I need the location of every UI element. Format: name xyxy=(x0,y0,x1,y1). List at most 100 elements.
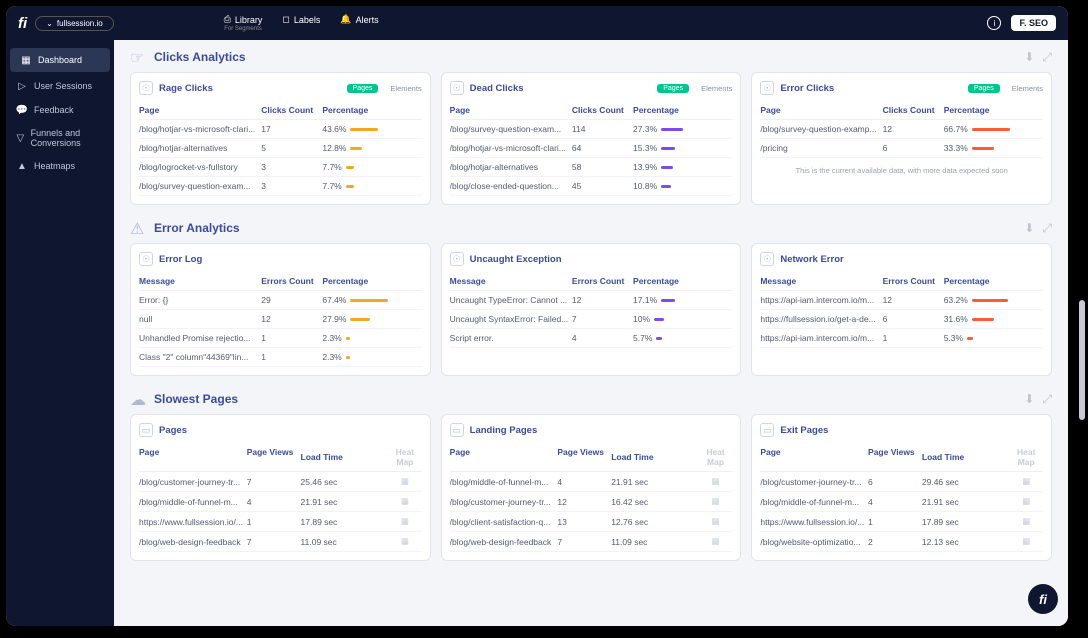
user-button[interactable]: F. SEO xyxy=(1011,15,1056,31)
table-row[interactable]: Unhandled Promise rejectio...12.3% xyxy=(139,329,422,348)
card-icon: ▭ xyxy=(139,423,153,437)
table-row[interactable]: Error: {}2967.4% xyxy=(139,291,422,310)
heatmap-icon[interactable]: ▦ xyxy=(388,476,422,487)
table-row[interactable]: https://api-iam.intercom.io/m...15.3% xyxy=(760,329,1043,348)
heatmap-icon[interactable]: ▦ xyxy=(1009,496,1043,507)
heatmap-icon[interactable]: ▦ xyxy=(699,476,733,487)
sidebar-item-heatmaps[interactable]: ▲Heatmaps xyxy=(6,154,114,178)
download-icon[interactable]: ⬇ xyxy=(1024,392,1034,407)
sidebar: ▦ Dashboard ▷User Sessions 💬Feedback ▽Fun… xyxy=(6,40,114,626)
tab-pages[interactable]: Pages xyxy=(657,84,689,93)
table-row[interactable]: /blog/client-satisfaction-q...1312.76 se… xyxy=(450,512,733,532)
play-icon: ▷ xyxy=(16,80,28,92)
sidebar-item-funnels[interactable]: ▽Funnels and Conversions xyxy=(6,122,114,154)
card-icon: ☉ xyxy=(760,81,774,95)
card: ▭Exit Pages PagePage ViewsLoad TimeHeat … xyxy=(751,414,1052,561)
card-title: Landing Pages xyxy=(470,425,538,436)
top-nav: ⎙ Library For Segments ◻Labels 🔔Alerts xyxy=(224,14,379,32)
table-row[interactable]: https://www.fullsession.io/...117.89 sec… xyxy=(760,512,1043,532)
card-title: Error Log xyxy=(159,254,202,265)
table-row[interactable]: https://www.fullsession.io/...117.89 sec… xyxy=(139,512,422,532)
heatmap-icon[interactable]: ▦ xyxy=(699,516,733,527)
card: ☉Uncaught Exception MessageErrors CountP… xyxy=(441,243,742,376)
table-row[interactable]: Script error.45.7% xyxy=(450,329,733,348)
content: ☞ Clicks Analytics ⬇⤢ ☉Rage ClicksPagesE… xyxy=(114,40,1068,626)
sidebar-item-feedback[interactable]: 💬Feedback xyxy=(6,98,114,122)
library-icon: ⎙ xyxy=(224,14,231,25)
table-row[interactable]: /pricing633.3% xyxy=(760,139,1043,158)
heatmap-icon[interactable]: ▦ xyxy=(1009,476,1043,487)
table-row[interactable]: /blog/hotjar-alternatives512.8% xyxy=(139,139,422,158)
table-row[interactable]: https://api-iam.intercom.io/m...1263.2% xyxy=(760,291,1043,310)
table-row[interactable]: /blog/middle-of-funnel-m...421.91 sec▦ xyxy=(760,492,1043,512)
card-title: Error Clicks xyxy=(780,83,834,94)
table-row[interactable]: /blog/middle-of-funnel-m...421.91 sec▦ xyxy=(139,492,422,512)
table-row[interactable]: /blog/website-optimizatio...212.13 sec▦ xyxy=(760,532,1043,552)
label-icon: ◻ xyxy=(282,14,289,25)
card-title: Exit Pages xyxy=(780,425,828,436)
heatmap-icon[interactable]: ▦ xyxy=(388,536,422,547)
download-icon[interactable]: ⬇ xyxy=(1024,50,1034,65)
nav-sublabel: For Segments xyxy=(224,26,262,32)
tab-pages[interactable]: Pages xyxy=(968,84,1000,93)
expand-icon[interactable]: ⤢ xyxy=(1042,392,1052,407)
heatmap-icon[interactable]: ▦ xyxy=(699,496,733,507)
expand-icon[interactable]: ⤢ xyxy=(1042,50,1052,65)
dashboard-icon: ▦ xyxy=(20,54,32,66)
tab-elements[interactable]: Elements xyxy=(390,84,421,93)
table-row[interactable]: /blog/customer-journey-tr...725.46 sec▦ xyxy=(139,472,422,492)
chat-icon: 💬 xyxy=(16,104,28,116)
card-title: Pages xyxy=(159,425,187,436)
table-row[interactable]: /blog/customer-journey-tr...1216.42 sec▦ xyxy=(450,492,733,512)
scrollbar[interactable] xyxy=(1079,300,1085,420)
tab-pages[interactable]: Pages xyxy=(347,84,379,93)
table-row[interactable]: Class "2" column"44369"lin...12.3% xyxy=(139,348,422,367)
heatmap-icon[interactable]: ▦ xyxy=(388,496,422,507)
heatmap-icon[interactable]: ▦ xyxy=(1009,516,1043,527)
table-row[interactable]: /blog/hotjar-alternatives5813.9% xyxy=(450,158,733,177)
table-row[interactable]: /blog/customer-journey-tr...629.46 sec▦ xyxy=(760,472,1043,492)
table-row[interactable]: https://fullsession.io/get-a-de...631.6% xyxy=(760,310,1043,329)
table-row[interactable]: /blog/survey-question-examp...1266.7% xyxy=(760,120,1043,139)
tab-elements[interactable]: Elements xyxy=(701,84,732,93)
card-icon: ▭ xyxy=(760,423,774,437)
fab-button[interactable]: fi xyxy=(1028,584,1058,614)
table-row[interactable]: /blog/survey-question-exam...37.7% xyxy=(139,177,422,196)
download-icon[interactable]: ⬇ xyxy=(1024,221,1034,236)
card-icon: ☉ xyxy=(450,81,464,95)
table-row[interactable]: /blog/middle-of-funnel-m...421.91 sec▦ xyxy=(450,472,733,492)
heatmap-icon[interactable]: ▦ xyxy=(388,516,422,527)
domain-selector[interactable]: ⌄ fullsession.io xyxy=(35,16,114,31)
card-title: Network Error xyxy=(780,254,843,265)
table-row[interactable]: null1227.9% xyxy=(139,310,422,329)
table-row[interactable]: Uncaught SyntaxError: Failed...710% xyxy=(450,310,733,329)
expand-icon[interactable]: ⤢ xyxy=(1042,221,1052,236)
card: ▭Pages PagePage ViewsLoad TimeHeat Map /… xyxy=(130,414,431,561)
sidebar-item-sessions[interactable]: ▷User Sessions xyxy=(6,74,114,98)
topbar: fi ⌄ fullsession.io ⎙Library For Segment… xyxy=(6,6,1068,40)
card-icon: ☉ xyxy=(760,252,774,266)
nav-label: Library xyxy=(235,15,263,25)
info-icon[interactable]: i xyxy=(987,16,1001,30)
nav-alerts[interactable]: 🔔Alerts xyxy=(340,14,378,32)
table-row[interactable]: Uncaught TypeError: Cannot ...1217.1% xyxy=(450,291,733,310)
tab-elements[interactable]: Elements xyxy=(1012,84,1043,93)
table-row[interactable]: /blog/close-ended-question...4510.8% xyxy=(450,177,733,196)
card: ☉Error ClicksPagesElements PageClicks Co… xyxy=(751,72,1052,205)
sidebar-item-label: Dashboard xyxy=(38,55,82,65)
table-row[interactable]: /blog/survey-question-exam...11427.3% xyxy=(450,120,733,139)
table-row[interactable]: /blog/web-design-feedback711.09 sec▦ xyxy=(450,532,733,552)
table-row[interactable]: /blog/hotjar-vs-microsoft-clari...1743.6… xyxy=(139,120,422,139)
main: ▦ Dashboard ▷User Sessions 💬Feedback ▽Fun… xyxy=(6,40,1068,626)
nav-label: Alerts xyxy=(356,15,379,25)
card: ▭Landing Pages PagePage ViewsLoad TimeHe… xyxy=(441,414,742,561)
table-row[interactable]: /blog/hotjar-vs-microsoft-clari...6415.3… xyxy=(450,139,733,158)
heatmap-icon[interactable]: ▦ xyxy=(699,536,733,547)
nav-labels[interactable]: ◻Labels xyxy=(282,14,320,32)
section-errors: ⚠ Error Analytics ⬇⤢ ☉Error Log MessageE… xyxy=(130,219,1052,376)
table-row[interactable]: /blog/logrocket-vs-fullstory37.7% xyxy=(139,158,422,177)
sidebar-item-dashboard[interactable]: ▦ Dashboard xyxy=(10,48,110,72)
table-row[interactable]: /blog/web-design-feedback711.09 sec▦ xyxy=(139,532,422,552)
heatmap-icon[interactable]: ▦ xyxy=(1009,536,1043,547)
nav-library[interactable]: ⎙ Library For Segments xyxy=(224,14,263,32)
